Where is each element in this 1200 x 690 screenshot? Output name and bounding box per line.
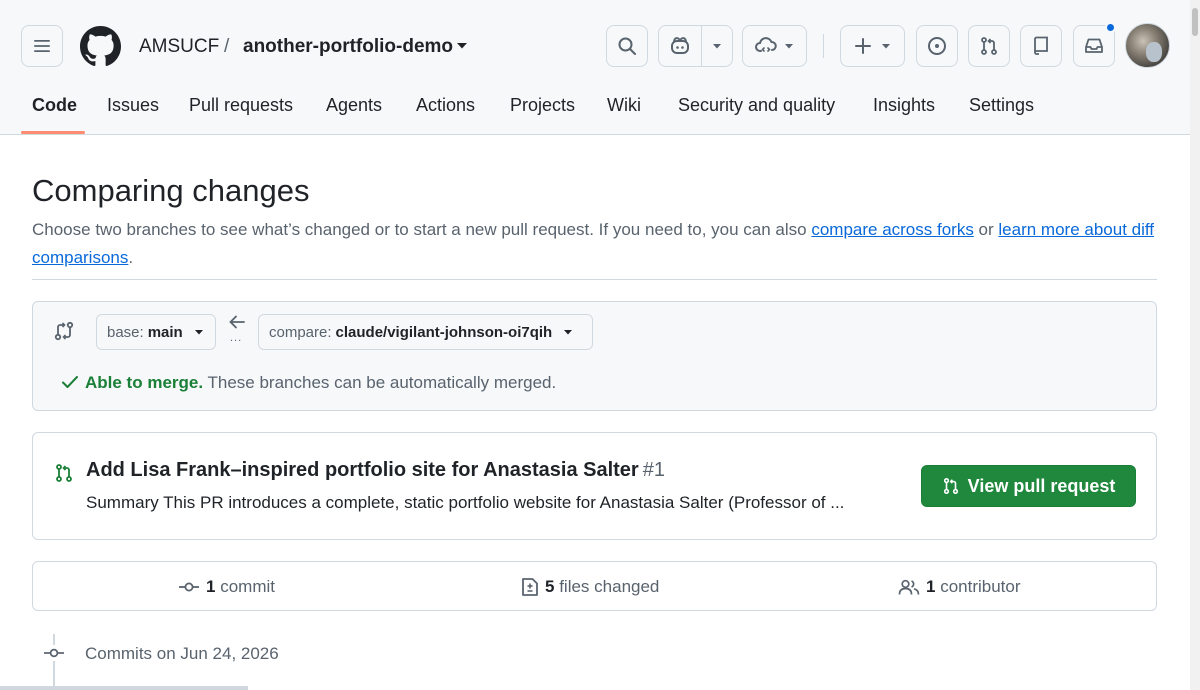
plus-icon — [854, 38, 871, 54]
arrow-left-icon — [229, 315, 245, 329]
tab-issues[interactable]: Issues — [107, 95, 159, 116]
merge-status: Able to merge. These branches can be aut… — [61, 373, 556, 393]
commits-date-heading: Commits on Jun 24, 2026 — [85, 644, 279, 663]
compare-dots: ... — [230, 332, 243, 344]
toolbar-divider — [823, 34, 824, 58]
pull-request-title[interactable]: Add Lisa Frank–inspired portfolio site f… — [86, 459, 665, 482]
repo-name-link[interactable]: another-portfolio-demo — [243, 36, 453, 58]
copilot-chevron-down-icon[interactable] — [711, 41, 723, 51]
pull-request-number: #1 — [642, 459, 665, 481]
branch-compare-panel: base: main ... compare: claude/vigilant-jo… — [32, 301, 1157, 411]
page-title: Comparing changes — [32, 173, 310, 208]
menu-button[interactable] — [21, 25, 63, 67]
pull-request-open-icon — [56, 464, 72, 482]
copilot-button[interactable] — [658, 25, 733, 67]
view-pull-request-label: View pull request — [967, 475, 1116, 496]
base-branch-select[interactable]: base: main — [96, 314, 216, 350]
merge-message: These branches can be automatically merg… — [203, 373, 557, 392]
view-pull-request-button[interactable]: View pull request — [921, 465, 1136, 507]
commits-count: 1 — [206, 577, 216, 596]
page-description: Choose two branches to see what’s change… — [32, 216, 1162, 272]
tab-agents[interactable]: Agents — [326, 95, 382, 116]
search-button[interactable] — [606, 25, 648, 67]
tab-wiki[interactable]: Wiki — [607, 95, 641, 116]
base-chevron-down-icon — [194, 330, 203, 335]
hamburger-icon — [34, 40, 50, 52]
tab-pull-requests[interactable]: Pull requests — [189, 95, 293, 116]
compare-branch-select[interactable]: compare: claude/vigilant-johnson-oi7qih — [258, 314, 593, 350]
pull-request-title-text: Add Lisa Frank–inspired portfolio site f… — [86, 459, 639, 481]
file-diff-icon — [522, 578, 538, 596]
people-icon — [898, 579, 920, 595]
check-icon — [62, 376, 78, 388]
pull-request-summary: Summary This PR introduces a complete, s… — [86, 493, 845, 512]
inbox-icon — [1085, 38, 1103, 53]
repo-chevron-down-icon[interactable] — [455, 40, 469, 52]
repositories-button[interactable] — [1020, 25, 1062, 67]
files-changed-tab[interactable]: 5 files changed — [521, 577, 659, 597]
base-label: base: — [107, 323, 144, 341]
description-or: or — [973, 220, 999, 239]
timeline-line — [53, 634, 55, 690]
vertical-scrollbar[interactable] — [1190, 0, 1200, 690]
path-separator: / — [224, 36, 230, 57]
your-pull-requests-button[interactable] — [968, 25, 1010, 67]
active-tab-underline — [21, 131, 85, 134]
github-logo-icon[interactable] — [80, 26, 121, 67]
contributors-label: contributor — [940, 577, 1021, 596]
copilot-icon — [671, 37, 689, 54]
comparison-stats: 1 commit 5 files changed 1 contributor — [32, 561, 1157, 611]
horizontal-scrollbar[interactable] — [0, 686, 248, 690]
pull-request-button-icon — [943, 477, 958, 495]
compare-across-forks-link[interactable]: compare across forks — [811, 220, 974, 239]
tab-code[interactable]: Code — [32, 95, 77, 116]
merge-ok-label: Able to merge. — [85, 373, 204, 392]
repo-icon — [1034, 36, 1048, 55]
description-text: Choose two branches to see what’s change… — [32, 220, 812, 239]
compare-label: compare: — [269, 323, 332, 341]
git-commit-icon — [179, 582, 199, 592]
description-end: . — [128, 248, 134, 267]
plus-chevron-down-icon — [881, 44, 890, 49]
commits-label: commit — [220, 577, 275, 596]
compare-chevron-down-icon — [564, 330, 573, 335]
compare-branch-name: claude/vigilant-johnson-oi7qih — [335, 323, 553, 341]
copilot-divider — [701, 26, 702, 66]
tab-settings[interactable]: Settings — [969, 95, 1034, 116]
contributors-tab[interactable]: 1 contributor — [898, 577, 1021, 597]
codespaces-button[interactable] — [742, 25, 807, 67]
notification-indicator — [1105, 22, 1116, 33]
contributors-count: 1 — [926, 577, 936, 596]
issue-icon — [928, 37, 946, 55]
tab-actions[interactable]: Actions — [416, 95, 475, 116]
tab-projects[interactable]: Projects — [510, 95, 575, 116]
base-branch-name: main — [147, 323, 183, 341]
codespace-icon — [754, 37, 777, 52]
create-new-button[interactable] — [840, 25, 905, 67]
commits-tab[interactable]: 1 commit — [178, 577, 275, 597]
tab-insights[interactable]: Insights — [873, 95, 935, 116]
search-icon — [618, 37, 636, 55]
top-bar: AMSUCF / another-portfolio-demo — [0, 0, 1200, 92]
files-count: 5 — [545, 577, 555, 596]
existing-pull-request-card: Add Lisa Frank–inspired portfolio site f… — [32, 432, 1157, 540]
user-avatar[interactable] — [1125, 23, 1170, 68]
tab-security-and-quality[interactable]: Security and quality — [678, 95, 835, 116]
section-divider — [32, 279, 1157, 280]
git-compare-icon — [54, 321, 74, 341]
your-issues-button[interactable] — [916, 25, 958, 67]
timeline-commit-icon — [44, 645, 64, 661]
files-label: files changed — [559, 577, 660, 596]
app-header: AMSUCF / another-portfolio-demo Code Iss… — [0, 0, 1200, 135]
scrollbar-thumb[interactable] — [1192, 8, 1198, 36]
repo-owner-link[interactable]: AMSUCF — [139, 36, 219, 58]
codespace-chevron-down-icon — [784, 44, 793, 49]
pull-request-icon — [981, 37, 997, 55]
